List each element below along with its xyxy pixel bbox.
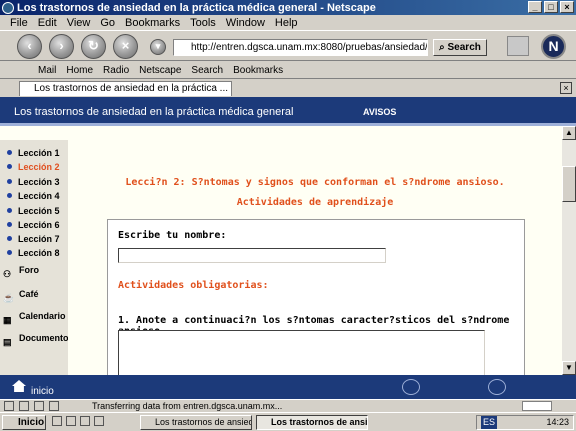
lesson-2[interactable]: Lección 2	[0, 160, 68, 174]
activities-heading: Actividades de aprendizaje	[236, 197, 394, 208]
start-button[interactable]: Inicio	[2, 415, 46, 430]
mail-icon[interactable]	[4, 401, 14, 411]
avisos-link[interactable]: AVISOS	[363, 107, 396, 117]
outlook-icon[interactable]	[66, 416, 76, 426]
quick-launch	[52, 416, 132, 429]
page-banner: Los trastornos de ansiedad en la práctic…	[0, 97, 576, 123]
menu-go[interactable]: Go	[100, 17, 115, 29]
maximize-button[interactable]: □	[544, 1, 558, 13]
status-icons	[4, 401, 84, 412]
lesson-7[interactable]: Lección 7	[0, 232, 68, 246]
tab-bar: Los trastornos de ansiedad en la práctic…	[0, 80, 576, 96]
personal-toolbar: Mail Home Radio Netscape Search Bookmark…	[0, 62, 576, 79]
name-label: Escribe tu nombre:	[118, 230, 227, 241]
menu-window[interactable]: Window	[226, 17, 265, 29]
calendar-icon: ▦	[3, 315, 12, 325]
progress-bar	[522, 401, 552, 411]
taskbar-item-1[interactable]: Los trastornos de ansieda...	[140, 415, 252, 430]
addressbook-icon[interactable]	[34, 401, 44, 411]
taskbar-item-2[interactable]: Los trastornos de ansi...	[256, 415, 368, 430]
search-button[interactable]: ⌕ Search	[433, 39, 487, 56]
url-input[interactable]: http://entren.dgsca.unam.mx:8080/pruebas…	[173, 39, 428, 56]
print-icon[interactable]	[507, 36, 529, 56]
home-link[interactable]: Home	[66, 65, 93, 76]
desktop-icon[interactable]	[80, 416, 90, 426]
radio-link[interactable]: Radio	[103, 65, 129, 76]
activity-form: Escribe tu nombre: Actividades obligator…	[107, 219, 525, 375]
lesson-3[interactable]: Lección 3	[0, 175, 68, 189]
forum-icon: ⚇	[3, 269, 12, 279]
netscape-quick-icon[interactable]	[94, 416, 104, 426]
documents-icon: ▤	[3, 337, 12, 347]
clock: 14:23	[546, 417, 569, 427]
menu-help[interactable]: Help	[275, 17, 298, 29]
tab-current[interactable]: Los trastornos de ansiedad en la práctic…	[19, 81, 232, 96]
home-icon[interactable]	[12, 380, 26, 392]
menu-view[interactable]: View	[67, 17, 91, 29]
lesson-nav: Lección 1 Lección 2 Lección 3 Lección 4 …	[0, 140, 74, 375]
calendario-link[interactable]: ▦ Calendario	[0, 306, 68, 326]
menu-bookmarks[interactable]: Bookmarks	[125, 17, 180, 29]
page-footer: inicio	[0, 375, 576, 399]
lesson-heading: Lecci?n 2: S?ntomas y signos que conform…	[125, 177, 505, 188]
close-tab-icon[interactable]: ×	[560, 82, 572, 94]
forward-button[interactable]: ›	[49, 34, 74, 59]
netscape-icon	[2, 1, 14, 14]
chat-icon[interactable]	[49, 401, 59, 411]
lesson-4[interactable]: Lección 4	[0, 189, 68, 203]
main-content: Lecci?n 2: S?ntomas y signos que conform…	[68, 126, 562, 375]
coffee-icon: ☕	[3, 293, 15, 303]
minimize-button[interactable]: _	[528, 1, 542, 13]
page-content: Los trastornos de ansiedad en la práctic…	[0, 97, 576, 375]
banner-title: Los trastornos de ansiedad en la práctic…	[14, 106, 294, 118]
cafe-link[interactable]: ☕ Café	[0, 284, 68, 304]
reload-button[interactable]: ↻	[81, 34, 106, 59]
vertical-scrollbar[interactable]: ▲ ▼	[562, 126, 576, 375]
scroll-down-icon[interactable]: ▼	[562, 361, 576, 375]
bookmarks-link[interactable]: Bookmarks	[233, 65, 283, 76]
system-tray: ES 14:23	[476, 415, 574, 430]
back-button[interactable]: ‹	[17, 34, 42, 59]
status-bar: Transferring data from entren.dgsca.unam…	[0, 399, 576, 412]
stop-button[interactable]: ×	[113, 34, 138, 59]
documentos-link[interactable]: ▤ Documentos	[0, 328, 74, 348]
lang-indicator[interactable]: ES	[481, 416, 498, 429]
close-button[interactable]: ×	[560, 1, 574, 13]
menu-bar: File Edit View Go Bookmarks Tools Window…	[0, 15, 576, 30]
netscape-logo[interactable]: N	[541, 34, 566, 59]
answer-textarea[interactable]	[118, 330, 485, 375]
window-title: Los trastornos de ansiedad en la práctic…	[17, 1, 376, 14]
inicio-link[interactable]: inicio	[31, 386, 54, 397]
lesson-8[interactable]: Lección 8	[0, 246, 68, 260]
mail-link[interactable]: Mail	[38, 65, 56, 76]
lesson-5[interactable]: Lección 5	[0, 204, 68, 218]
title-bar: Los trastornos de ansiedad en la práctic…	[0, 0, 576, 15]
menu-tools[interactable]: Tools	[190, 17, 216, 29]
status-text: Transferring data from entren.dgsca.unam…	[92, 401, 283, 411]
ie-icon[interactable]	[52, 416, 62, 426]
scroll-up-icon[interactable]: ▲	[562, 126, 576, 140]
lesson-6[interactable]: Lección 6	[0, 218, 68, 232]
taskbar: Inicio Los trastornos de ansieda... Los …	[0, 412, 576, 431]
search-icon: ⌕	[439, 42, 448, 53]
facultad-seal-icon	[488, 379, 506, 395]
lesson-1[interactable]: Lección 1	[0, 146, 68, 160]
foro-link[interactable]: ⚇ Foro	[0, 260, 68, 280]
unam-seal-icon	[402, 379, 420, 395]
netscape-link[interactable]: Netscape	[139, 65, 181, 76]
navigation-toolbar: ‹ › ↻ × ▾ http://entren.dgsca.unam.mx:80…	[0, 30, 576, 61]
search-link[interactable]: Search	[191, 65, 223, 76]
name-input[interactable]	[118, 248, 386, 263]
composer-icon[interactable]	[19, 401, 29, 411]
menu-file[interactable]: File	[10, 17, 28, 29]
obligatorias-label: Actividades obligatorias:	[118, 280, 269, 291]
scroll-thumb[interactable]	[562, 166, 576, 202]
dropdown-icon[interactable]: ▾	[150, 39, 166, 55]
menu-edit[interactable]: Edit	[38, 17, 57, 29]
